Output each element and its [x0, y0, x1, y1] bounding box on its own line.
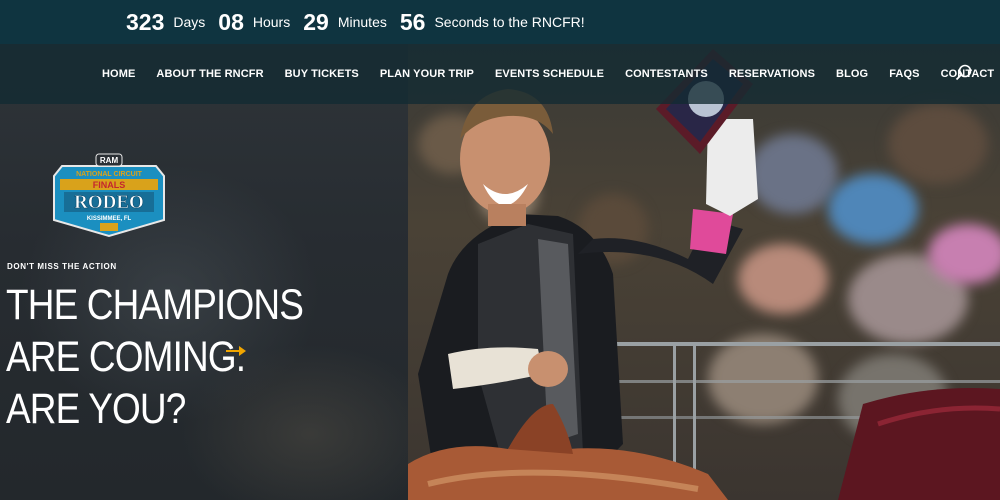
countdown-hours-label: Hours — [252, 14, 291, 30]
hero-photo — [408, 44, 1000, 500]
rodeo-champion-figure — [408, 49, 1000, 500]
nav-item-buy-tickets[interactable]: BUY TICKETS — [285, 68, 359, 80]
countdown-days: 323 — [126, 8, 165, 35]
hero-headline-line2: ARE COMING. — [6, 333, 246, 381]
countdown-hours: 08 — [218, 8, 244, 35]
logo-location-text: KISSIMMEE, FL — [87, 216, 132, 222]
countdown-seconds-label: Seconds to the RNCFR! — [434, 14, 585, 30]
countdown-days-label: Days — [173, 14, 206, 30]
hero-headline: THE CHAMPIONS ARE COMING. ARE YOU? — [6, 279, 304, 435]
main-nav: HOME ABOUT THE RNCFR BUY TICKETS PLAN YO… — [0, 44, 1000, 104]
nav-item-plan-your-trip[interactable]: PLAN YOUR TRIP — [380, 68, 474, 80]
hero-headline-line1: THE CHAMPIONS — [6, 281, 304, 329]
countdown-minutes: 29 — [303, 8, 329, 35]
logo-line3-text: RODEO — [74, 192, 144, 213]
arrow-right-icon[interactable] — [226, 345, 248, 357]
logo-line2-text: FINALS — [93, 180, 126, 190]
countdown-bar: 323 Days 08 Hours 29 Minutes 56 Seconds … — [0, 0, 1000, 44]
nav-item-reservations[interactable]: RESERVATIONS — [729, 68, 815, 80]
logo-brand-text: RAM — [100, 156, 119, 165]
search-icon[interactable] — [955, 64, 973, 82]
hero-headline-line3: ARE YOU? — [6, 385, 186, 433]
nav-item-home[interactable]: HOME — [102, 68, 135, 80]
nav-item-about[interactable]: ABOUT THE RNCFR — [156, 68, 263, 80]
countdown-seconds: 56 — [399, 8, 426, 35]
hero-eyebrow: DON'T MISS THE ACTION — [7, 262, 117, 271]
countdown-minutes-label: Minutes — [337, 14, 387, 30]
rncfr-logo[interactable]: RAM NATIONAL CIRCUIT FINALS RODEO KISSIM… — [50, 152, 168, 238]
nav-item-blog[interactable]: BLOG — [836, 68, 868, 80]
nav-item-faqs[interactable]: FAQS — [889, 68, 919, 80]
nav-item-contestants[interactable]: CONTESTANTS — [625, 68, 708, 80]
nav-item-events-schedule[interactable]: EVENTS SCHEDULE — [495, 68, 604, 80]
logo-line1-text: NATIONAL CIRCUIT — [76, 171, 143, 178]
